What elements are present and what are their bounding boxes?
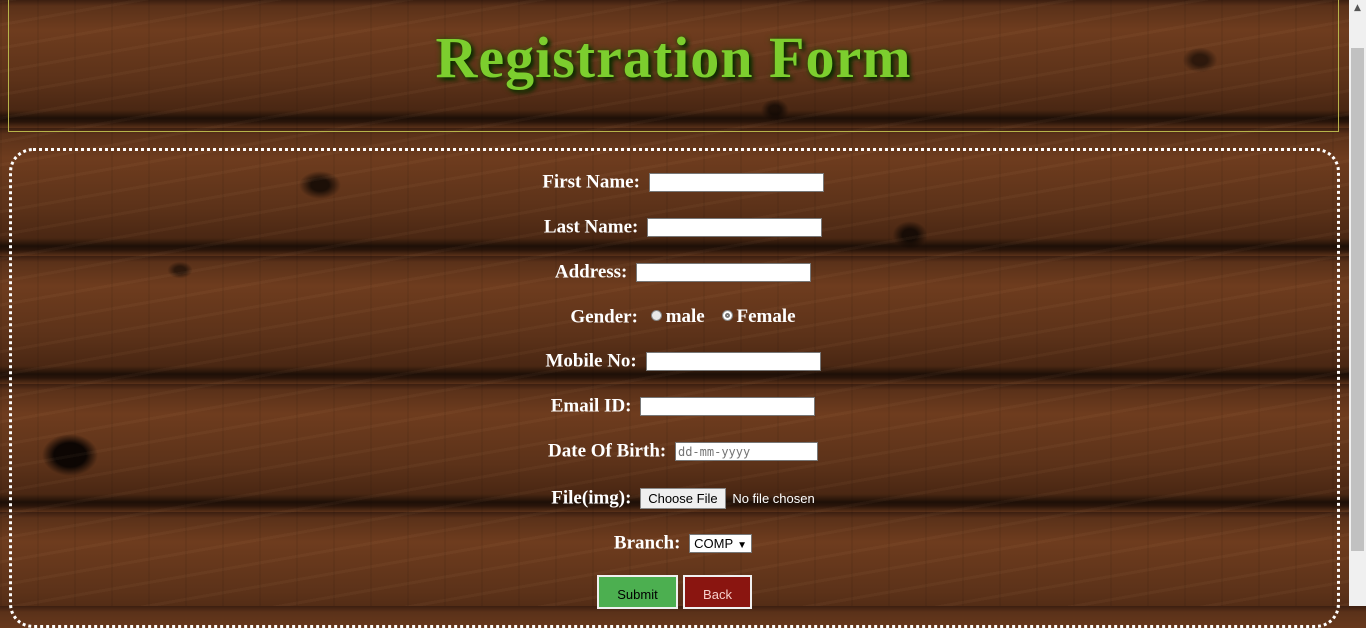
dob-row: Date Of Birth:: [0, 440, 1366, 463]
email-row: Email ID:: [0, 395, 1366, 418]
file-label: File(img):: [551, 487, 632, 509]
first-name-input[interactable]: [648, 173, 824, 193]
address-row: Address:: [0, 261, 1366, 284]
email-input[interactable]: [640, 397, 816, 417]
last-name-label: Last Name:: [543, 216, 639, 238]
back-button[interactable]: Back: [683, 575, 752, 609]
branch-row: Branch: COMP ▼: [0, 532, 1366, 555]
first-name-row: First Name:: [0, 171, 1366, 194]
gender-male-radio[interactable]: [650, 310, 662, 322]
file-status: No file chosen: [732, 491, 815, 507]
first-name-label: First Name:: [542, 171, 640, 193]
mobile-label: Mobile No:: [545, 350, 637, 372]
gender-female-radio[interactable]: [721, 310, 733, 322]
page-title: Registration Form: [435, 25, 912, 90]
address-input[interactable]: [636, 263, 812, 283]
page-header: Registration Form: [8, 0, 1339, 132]
gender-row: Gender: male Female: [0, 306, 1366, 329]
dropdown-arrow-icon: ▼: [737, 540, 748, 552]
branch-select[interactable]: COMP ▼: [689, 534, 753, 554]
branch-label: Branch:: [613, 532, 681, 554]
scrollbar-thumb[interactable]: [1351, 48, 1364, 551]
file-row: File(img): Choose File No file chosen: [0, 487, 1366, 510]
choose-file-button[interactable]: Choose File: [640, 488, 726, 510]
last-name-input[interactable]: [647, 218, 823, 238]
submit-button[interactable]: Submit: [597, 575, 678, 609]
gender-label: Gender:: [570, 306, 638, 328]
mobile-input[interactable]: [645, 352, 821, 372]
last-name-row: Last Name:: [0, 216, 1366, 239]
branch-selected-value: COMP: [694, 536, 734, 552]
dob-input[interactable]: [674, 442, 818, 462]
mobile-row: Mobile No:: [0, 350, 1366, 373]
dob-label: Date Of Birth:: [548, 440, 667, 462]
vertical-scrollbar[interactable]: ▲: [1349, 0, 1366, 606]
email-label: Email ID:: [550, 395, 632, 417]
address-label: Address:: [554, 261, 628, 283]
gender-male-label: male: [665, 306, 705, 327]
scroll-up-arrow-icon[interactable]: ▲: [1349, 0, 1366, 17]
gender-female-label: Female: [736, 306, 796, 327]
